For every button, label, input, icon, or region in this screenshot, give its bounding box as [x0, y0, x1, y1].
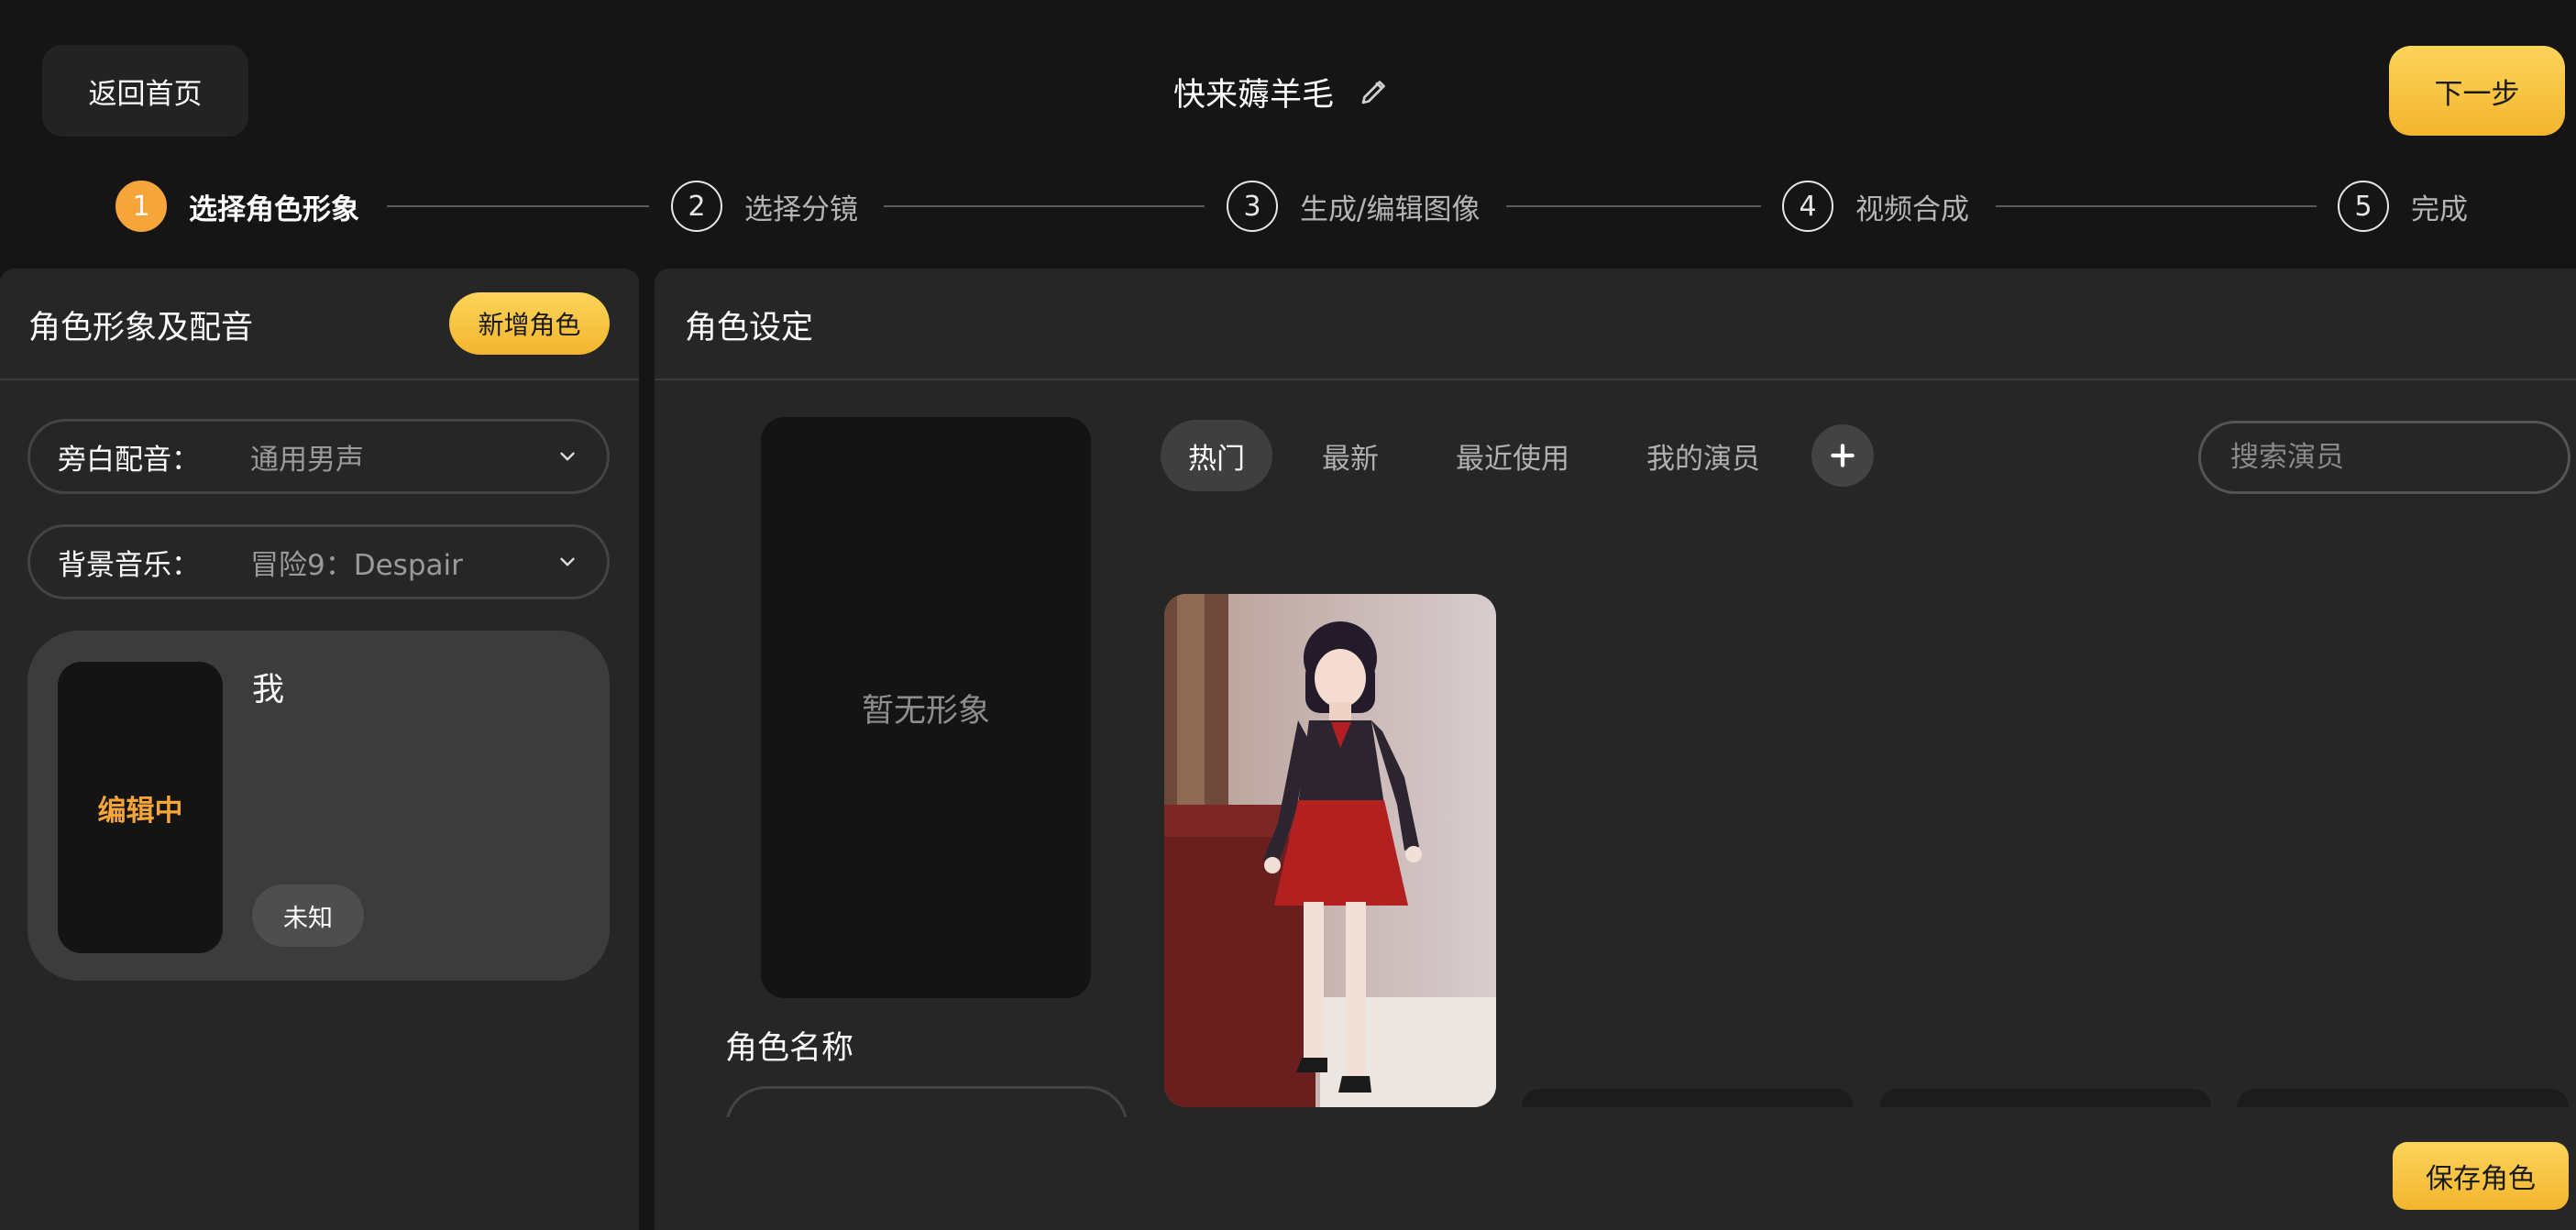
- actor-card-placeholder: [1522, 1089, 1854, 1107]
- step-number: 1: [116, 181, 167, 232]
- chevron-down-icon: [556, 445, 579, 468]
- actor-illustration: [1164, 594, 1496, 1107]
- step-number: 3: [1227, 181, 1278, 232]
- project-title-area: 快来薅羊毛: [1173, 64, 1391, 119]
- plus-icon: [1828, 441, 1857, 470]
- tab-latest[interactable]: 最新: [1294, 420, 1406, 491]
- role-settings-header: 角色设定: [655, 269, 2576, 380]
- role-thumbnail[interactable]: 编辑中: [58, 662, 223, 953]
- progress-stepper: 1 选择角色形象 2 选择分镜 3 生成/编辑图像 4 视频合成 5 完成: [0, 179, 2576, 234]
- step-5[interactable]: 5 完成: [2338, 179, 2468, 234]
- role-card[interactable]: 编辑中 我 未知: [28, 631, 610, 981]
- chevron-down-icon: [556, 550, 579, 574]
- actor-card-placeholder: [1879, 1089, 2211, 1107]
- bgm-value: 冒险9：Despair: [250, 548, 463, 582]
- role-image-preview: 暂无形象: [761, 417, 1091, 998]
- tab-recent[interactable]: 最近使用: [1428, 420, 1597, 491]
- role-list-title: 角色形象及配音: [28, 310, 254, 346]
- role-settings-title: 角色设定: [685, 310, 814, 346]
- step-2[interactable]: 2 选择分镜: [671, 179, 858, 234]
- app-page: 返回首页 快来薅羊毛 下一步 1 选择角色形象 2 选择分镜 3 生成/编辑图像: [0, 0, 2576, 1230]
- tab-hot[interactable]: 热门: [1161, 420, 1272, 491]
- actor-grid: [1164, 594, 2576, 1107]
- step-connector: [387, 205, 649, 207]
- actor-search-box[interactable]: [2198, 421, 2576, 494]
- role-settings-panel: 角色设定 暂无形象 角色名称 我 热门 最新 最近使用 我的演员: [655, 269, 2576, 1230]
- next-step-button[interactable]: 下一步: [2389, 46, 2565, 136]
- project-title: 快来薅羊毛: [1173, 76, 1335, 114]
- scroll-clip: [710, 1117, 1150, 1230]
- actor-card[interactable]: [1164, 594, 1496, 1107]
- step-label: 选择角色形象: [189, 192, 359, 226]
- narration-value: 通用男声: [250, 443, 364, 477]
- actor-tabs: 热门 最新 最近使用 我的演员: [1161, 420, 1874, 491]
- actor-search-input[interactable]: [2230, 441, 2576, 474]
- step-connector: [1506, 205, 1761, 207]
- background-music-select[interactable]: 背景音乐： 冒险9：Despair: [28, 524, 610, 599]
- add-role-button[interactable]: 新增角色: [449, 292, 610, 355]
- step-connector: [1996, 205, 2317, 207]
- step-label: 生成/编辑图像: [1300, 192, 1481, 226]
- pencil-edit-icon[interactable]: [1358, 75, 1391, 108]
- role-list-header: 角色形象及配音 新增角色: [0, 269, 639, 380]
- narration-voice-select[interactable]: 旁白配音： 通用男声: [28, 419, 610, 494]
- step-label: 完成: [2411, 192, 2468, 226]
- no-image-placeholder: 暂无形象: [861, 692, 990, 730]
- step-number: 2: [671, 181, 722, 232]
- role-gender-tag: 未知: [252, 884, 364, 947]
- save-role-button[interactable]: 保存角色: [2393, 1142, 2569, 1210]
- narration-label: 旁白配音：: [58, 443, 200, 477]
- role-editing-status: 编辑中: [97, 794, 183, 828]
- role-name: 我: [252, 672, 285, 708]
- role-list-panel: 角色形象及配音 新增角色 旁白配音： 通用男声 背景音乐： 冒险9：Despai…: [0, 269, 639, 1230]
- step-label: 选择分镜: [744, 192, 858, 226]
- step-number: 5: [2338, 181, 2389, 232]
- tab-my-actors[interactable]: 我的演员: [1619, 420, 1788, 491]
- role-name-label: 角色名称: [725, 1030, 854, 1067]
- step-connector: [884, 205, 1205, 207]
- step-number: 4: [1782, 181, 1833, 232]
- step-label: 视频合成: [1855, 192, 1969, 226]
- step-3[interactable]: 3 生成/编辑图像: [1227, 179, 1480, 234]
- back-home-button[interactable]: 返回首页: [42, 45, 248, 137]
- add-actor-button[interactable]: [1811, 424, 1874, 487]
- step-1[interactable]: 1 选择角色形象: [116, 179, 359, 234]
- actor-card-placeholder: [2237, 1089, 2569, 1107]
- step-4[interactable]: 4 视频合成: [1782, 179, 1969, 234]
- bgm-label: 背景音乐：: [58, 548, 200, 582]
